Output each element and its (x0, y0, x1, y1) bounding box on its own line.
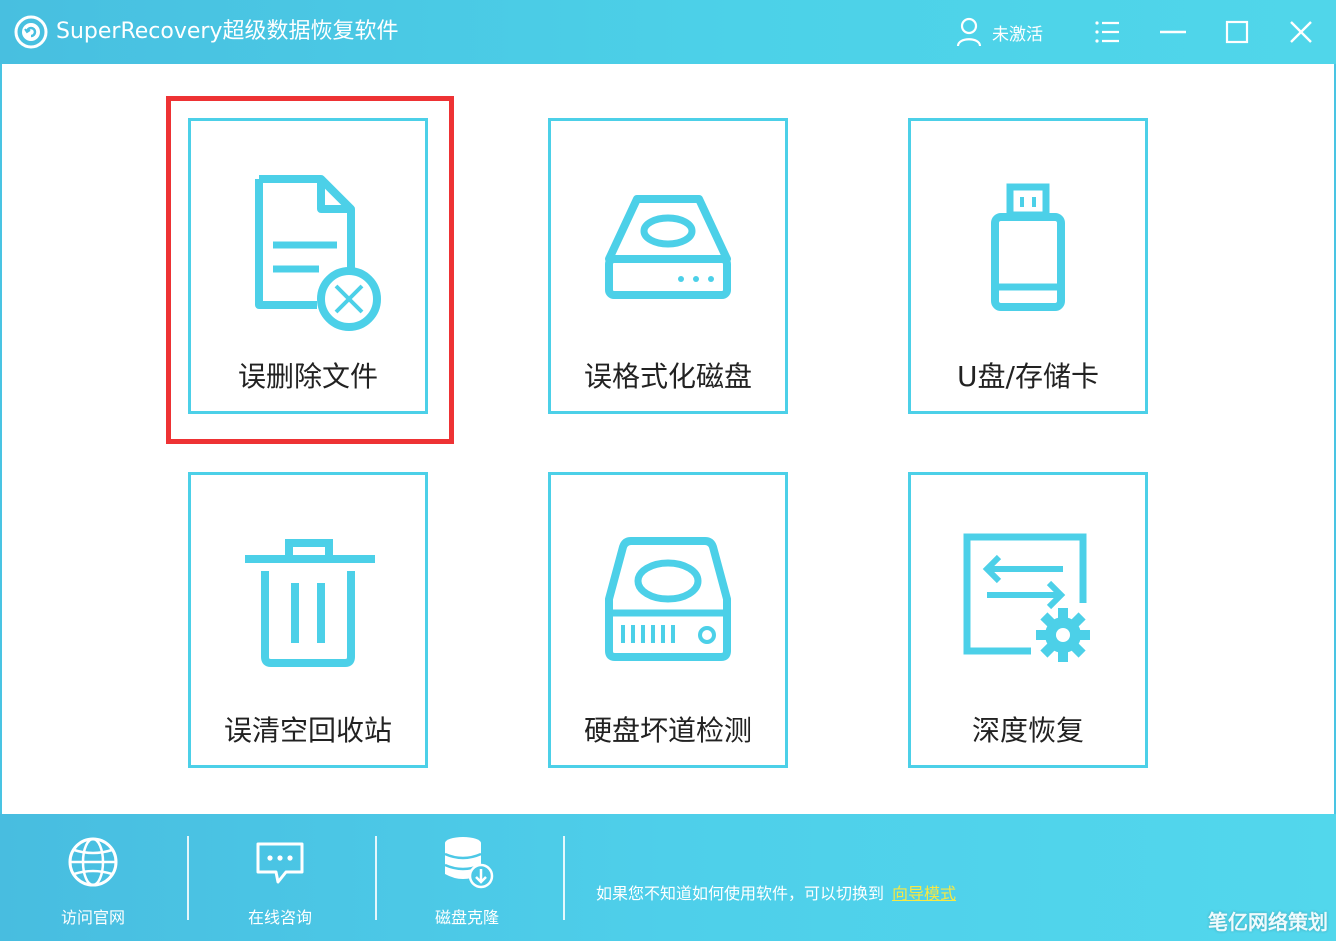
deleted-file-icon (255, 175, 381, 331)
account-button[interactable]: 未激活 (956, 16, 1043, 48)
tile-deleted-files[interactable]: 误删除文件 (188, 118, 428, 414)
minimize-icon (1160, 30, 1186, 34)
title-bar: SuperRecovery超级数据恢复软件 未激活 (0, 0, 1336, 64)
tile-label: 误清空回收站 (223, 714, 392, 747)
visit-website-button[interactable]: 访问官网 (18, 834, 168, 930)
database-clone-icon (444, 837, 494, 889)
tile-label: 深度恢复 (971, 714, 1084, 747)
app-title: SuperRecovery超级数据恢复软件 (56, 19, 399, 44)
watermark: 笔亿网络策划 (1208, 910, 1328, 934)
footer-item-label: 磁盘克隆 (434, 908, 499, 927)
hard-disk-icon (605, 537, 731, 661)
wizard-hint: 如果您不知道如何使用软件，可以切换到 向导模式 (596, 880, 956, 904)
tile-label: U盘/存储卡 (957, 360, 1099, 393)
chat-icon (256, 842, 304, 884)
tile-label: 误格式化磁盘 (583, 360, 752, 393)
wizard-hint-text: 如果您不知道如何使用软件，可以切换到 (596, 884, 885, 903)
footer-item-label: 访问官网 (60, 908, 125, 927)
user-icon (956, 17, 982, 47)
tile-usb-card[interactable]: U盘/存储卡 (908, 118, 1148, 414)
footer-item-label: 在线咨询 (247, 908, 312, 927)
tile-recycle-bin[interactable]: 误清空回收站 (188, 472, 428, 768)
tile-label: 误删除文件 (237, 360, 378, 393)
disk-drive-icon (605, 195, 731, 299)
account-status-label: 未激活 (992, 24, 1043, 45)
footer-bar: 访问官网 在线咨询 磁盘克隆 如果您不知道如何使用软件，可以切换到 向导模式 笔亿… (0, 814, 1336, 941)
deep-recovery-icon (963, 533, 1090, 662)
tile-deep-recovery[interactable]: 深度恢复 (908, 472, 1148, 768)
footer-divider (187, 836, 189, 920)
disk-clone-button[interactable]: 磁盘克隆 (392, 834, 542, 930)
tile-formatted-disk[interactable]: 误格式化磁盘 (548, 118, 788, 414)
tile-label: 硬盘坏道检测 (583, 714, 752, 747)
close-icon (1290, 21, 1312, 43)
minimize-button[interactable] (1155, 14, 1191, 50)
globe-icon (68, 837, 118, 887)
footer-divider (563, 836, 565, 920)
menu-icon (1095, 21, 1119, 43)
main-panel: 误删除文件 误格式化磁盘 U盘/存储卡 误清空回收站 硬盘坏道检测 深度恢复 (0, 64, 1336, 814)
maximize-icon (1225, 20, 1249, 44)
menu-button[interactable] (1089, 14, 1125, 50)
app-logo-icon (14, 15, 48, 49)
usb-drive-icon (991, 183, 1065, 311)
trash-icon (245, 539, 375, 667)
online-consult-button[interactable]: 在线咨询 (205, 834, 355, 930)
tile-bad-sector[interactable]: 硬盘坏道检测 (548, 472, 788, 768)
wizard-mode-link[interactable]: 向导模式 (892, 884, 956, 903)
maximize-button[interactable] (1219, 14, 1255, 50)
close-button[interactable] (1283, 14, 1319, 50)
footer-divider (375, 836, 377, 920)
